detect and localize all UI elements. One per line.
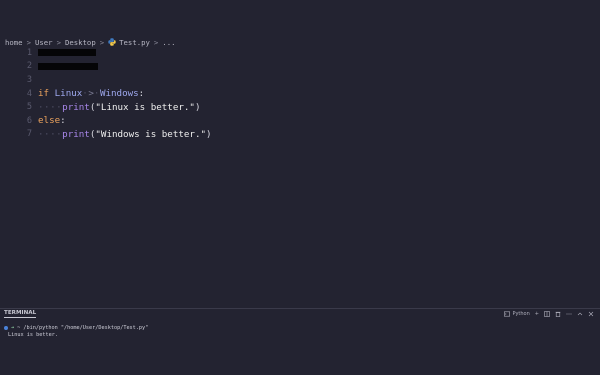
line-content [38, 49, 96, 57]
terminal-status-dot [4, 326, 8, 331]
string-literal: "Windows is better." [95, 128, 207, 140]
code-editor[interactable]: 1 2 3 4 if Linux · > · Windows: 5 ··· · print(… [0, 46, 600, 306]
panel-header: TERMINAL Python + [0, 309, 600, 321]
terminal-output[interactable]: ➜ ~ /bin/python "/home/User/Desktop/Test… [4, 325, 148, 338]
trash-icon[interactable] [555, 311, 561, 317]
paren-close: ) [194, 101, 201, 113]
line-number: 3 [26, 74, 32, 85]
line-content: else: [38, 115, 66, 126]
string-literal: "Linux is better." [95, 101, 195, 113]
terminal-icon [504, 311, 511, 317]
line-content: ··· · print("Windows is better.") [38, 128, 212, 140]
keyword-if: if [38, 88, 50, 100]
redacted-block [38, 62, 98, 70]
editor-window: home > User > Desktop > Test.py > ... 1 … [0, 0, 600, 375]
identifier-linux: Linux [54, 88, 83, 100]
line-content [38, 62, 98, 70]
tab-terminal[interactable]: TERMINAL [4, 310, 37, 318]
terminal-selector[interactable]: Python [504, 311, 530, 317]
close-icon[interactable] [588, 311, 594, 317]
terminal-shell-label: Python [512, 311, 530, 317]
more-icon[interactable] [566, 311, 572, 317]
maximize-icon[interactable] [577, 311, 583, 317]
function-print: print [62, 128, 90, 140]
indent-guide: ··· [38, 101, 57, 113]
plus-icon[interactable]: + [535, 311, 539, 317]
line-number: 2 [26, 61, 32, 72]
line-number: 4 [26, 88, 32, 99]
split-icon[interactable] [544, 311, 550, 317]
redacted-block [38, 49, 96, 57]
colon: : [138, 88, 145, 100]
keyword-else: else [38, 115, 61, 127]
colon: : [60, 115, 66, 127]
paren-close: ) [206, 128, 212, 140]
identifier-windows: Windows [99, 88, 139, 100]
function-print: print [62, 101, 90, 113]
line-number: 6 [26, 115, 32, 126]
line-number: 7 [26, 129, 32, 140]
python-file-icon [108, 38, 116, 46]
line-content: ··· · print("Linux is better.") [38, 101, 201, 113]
terminal-output-line: Linux is better. [8, 331, 58, 338]
panel-actions: Python + [504, 311, 594, 317]
line-number: 5 [26, 102, 32, 113]
indent-guide: ··· [38, 128, 57, 140]
line-number: 1 [26, 47, 32, 58]
line-content: if Linux · > · Windows: [38, 88, 145, 100]
